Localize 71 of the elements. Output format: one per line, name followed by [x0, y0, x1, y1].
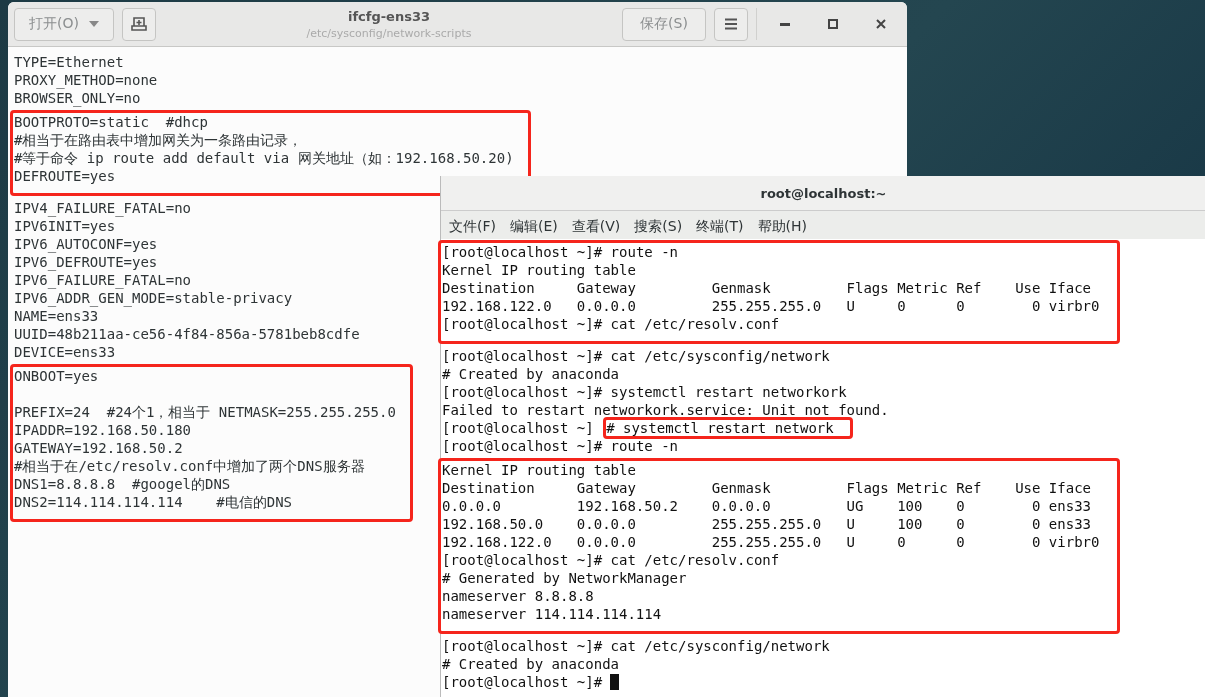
output-line: 192.168.50.0 0.0.0.0 255.255.255.0 U 100 0 0 ens33: [442, 515, 1092, 533]
shell-prompt: [root@localhost ~]#: [442, 638, 603, 654]
shell-command: cat /etc/resolv.conf: [610, 552, 780, 568]
shell-prompt: [root@localhost ~]#: [442, 348, 603, 364]
new-document-icon: [130, 16, 147, 32]
output-line: # Created by anaconda: [442, 365, 620, 383]
menu-item[interactable]: 搜索(S): [634, 218, 683, 239]
code-line: BOOTPROTO=static #dhcp: [14, 113, 209, 131]
code-line: IPV6_FAILURE_FATAL=no: [14, 271, 192, 289]
maximize-icon[interactable]: [828, 19, 838, 29]
code-line: TYPE=Ethernet: [14, 53, 125, 71]
output-line: # Created by anaconda: [442, 655, 620, 673]
code-line: #相当于在路由表中增加网关为一条路由记录，: [14, 131, 304, 149]
output-line: nameserver 114.114.114.114: [442, 605, 663, 623]
shell-command: cat /etc/sysconfig/network: [610, 348, 830, 364]
shell-command: systemctl restart networkork: [610, 384, 847, 400]
shell-prompt: [root@localhost ~]#: [442, 438, 603, 454]
code-line: IPV6_DEFROUTE=yes: [14, 253, 159, 271]
output-line: Kernel IP routing table: [442, 261, 637, 279]
minimize-icon[interactable]: [780, 22, 790, 26]
code-line: IPV6_ADDR_GEN_MODE=stable-privacy: [14, 289, 294, 307]
shell-prompt: [root@localhost ~]#: [442, 552, 603, 568]
shell-prompt: [root@localhost ~]: [442, 420, 594, 436]
menu-item[interactable]: 终端(T): [696, 218, 744, 239]
menu-icon: [724, 18, 738, 30]
menu-item[interactable]: 查看(V): [571, 218, 621, 239]
shell-command: cat /etc/sysconfig/network: [610, 638, 830, 654]
code-line: DEVICE=ens33: [14, 343, 117, 361]
code-line: BROWSER_ONLY=no: [14, 89, 142, 107]
caret-icon: [88, 21, 99, 27]
output-line: Destination Gateway Genmask Flags Metric Ref Use Iface: [442, 279, 1092, 297]
shell-prompt: [root@localhost ~]#: [442, 244, 603, 260]
code-line: PROXY_METHOD=none: [14, 71, 158, 89]
shell-command: cat /etc/resolv.conf: [610, 316, 780, 332]
code-line: DNS1=8.8.8.8 #googel的DNS: [14, 475, 232, 493]
menu-item[interactable]: 帮助(H): [757, 218, 808, 239]
shell-command: route -n: [610, 438, 679, 454]
output-line: 192.168.122.0 0.0.0.0 255.255.255.0 U 0 0 0 virbr0: [442, 533, 1100, 551]
output-line: 192.168.122.0 0.0.0.0 255.255.255.0 U 0 0 0 virbr0: [442, 297, 1100, 315]
shell-prompt: [root@localhost ~]#: [442, 674, 603, 690]
code-line: DNS2=114.114.114.114 #电信的DNS: [14, 493, 293, 511]
shell-command: # systemctl restart network: [603, 417, 853, 439]
code-line: ONBOOT=yes: [14, 367, 100, 385]
code-line: #相当于在/etc/resolv.conf中增加了两个DNS服务器: [14, 457, 366, 475]
output-line: 0.0.0.0 192.168.50.2 0.0.0.0 UG 100 0 0 ens33: [442, 497, 1092, 515]
output-line: nameserver 8.8.8.8: [442, 587, 595, 605]
output-line: # Generated by NetworkManager: [442, 569, 688, 587]
output-line: Failed to restart networkork.service: Unit not found.: [442, 401, 889, 419]
menu-item[interactable]: 编辑(E): [510, 218, 558, 239]
code-line: IPV4_FAILURE_FATAL=no: [14, 199, 192, 217]
new-document-button[interactable]: [121, 7, 156, 41]
code-line: UUID=48b211aa-ce56-4f84-856a-5781beb8cdfe: [14, 325, 360, 343]
window-title: ifcfg-ens33: [347, 8, 430, 24]
code-line: IPV6INIT=yes: [14, 217, 117, 235]
shell-prompt: [root@localhost ~]#: [442, 316, 603, 332]
code-line: NAME=ens33: [14, 307, 100, 325]
code-line: DEFROUTE=yes: [14, 167, 117, 185]
shell-prompt: [root@localhost ~]#: [442, 384, 603, 400]
code-line: GATEWAY=192.168.50.2: [14, 439, 184, 457]
menu-item[interactable]: 文件(F): [449, 218, 496, 239]
code-line: #等于命令 ip route add default via 网关地址（如：192.168.50.20): [14, 149, 514, 167]
code-line: IPV6_AUTOCONF=yes: [14, 235, 159, 253]
code-line: PREFIX=24 #24个1，相当于 NETMASK=255.255.255.0: [14, 403, 396, 421]
output-line: Kernel IP routing table: [442, 461, 637, 479]
terminal-title: root@localhost:~: [441, 176, 1205, 211]
close-icon[interactable]: [876, 19, 886, 29]
code-line: IPADDR=192.168.50.180: [14, 421, 192, 439]
shell-command: route -n: [610, 244, 679, 260]
window-subtitle: /etc/sysconfig/network-scripts: [306, 26, 472, 40]
menu-button[interactable]: [714, 7, 748, 41]
output-line: Destination Gateway Genmask Flags Metric Ref Use Iface: [442, 479, 1092, 497]
